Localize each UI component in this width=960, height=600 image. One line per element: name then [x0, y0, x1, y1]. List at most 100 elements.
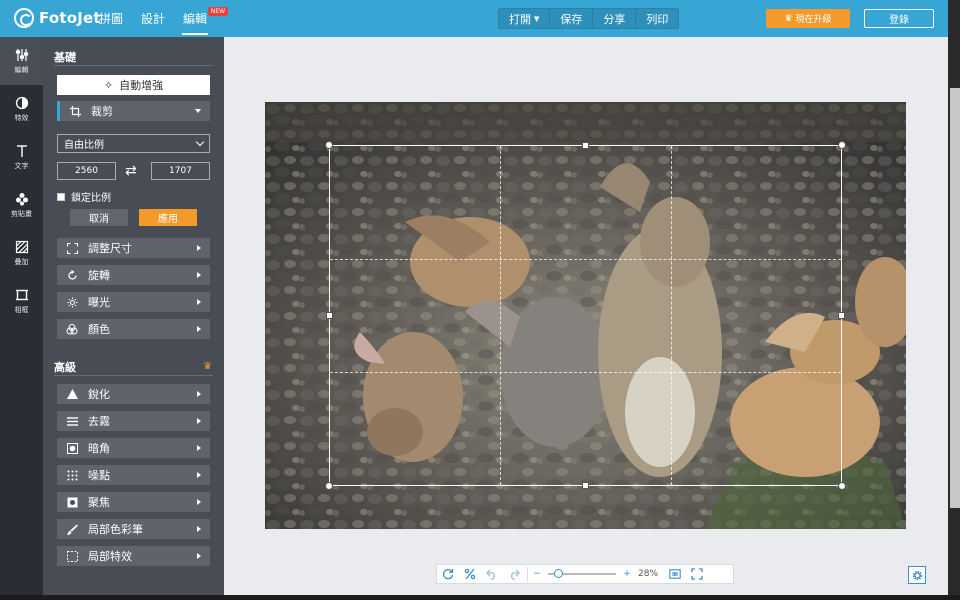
crop-apply-button[interactable]: 應用	[139, 209, 197, 226]
rotate-tool[interactable]: 旋轉	[57, 265, 210, 285]
left-rail: 編輯 特效 文字 剪貼畫 疊加 相框	[0, 37, 43, 597]
toolbar-separator	[527, 567, 528, 581]
editor-canvas: − + 28%	[224, 37, 948, 597]
crop-icon	[68, 105, 82, 117]
settings-button[interactable]	[908, 566, 926, 584]
print-button[interactable]: 列印	[635, 9, 678, 28]
crop-height-input[interactable]	[151, 162, 210, 180]
rail-effects[interactable]: 特效	[0, 85, 43, 133]
aspect-ratio-select[interactable]: 自由比例	[57, 134, 210, 153]
crop-grid-line	[500, 146, 502, 485]
zoom-toolbar: − + 28%	[436, 564, 734, 584]
sliders-icon	[15, 48, 28, 61]
auto-enhance-label: 自動增強	[119, 79, 164, 92]
zoom-slider-knob[interactable]	[554, 569, 563, 578]
nav-collage[interactable]: 拼圖	[90, 0, 132, 37]
overlay-icon	[15, 240, 28, 253]
save-button[interactable]: 保存	[549, 9, 592, 28]
vignette-tool[interactable]: 暗角	[57, 438, 210, 458]
crop-selection[interactable]	[325, 141, 846, 490]
adjacent-window-edge	[948, 0, 960, 600]
dehaze-tool[interactable]: 去霧	[57, 411, 210, 431]
sharpen-tool[interactable]: 銳化	[57, 384, 210, 404]
crop-grid-line	[330, 258, 841, 260]
rail-frame-label: 相框	[14, 305, 29, 314]
zoom-out-icon[interactable]: −	[530, 569, 544, 579]
undo-icon[interactable]	[481, 568, 503, 580]
chevron-right-icon	[197, 499, 201, 505]
crop-handle-left[interactable]	[326, 311, 333, 319]
reset-icon[interactable]	[437, 568, 459, 580]
chevron-right-icon	[197, 245, 201, 251]
zoom-in-icon[interactable]: +	[620, 569, 634, 579]
rail-frame[interactable]: 相框	[0, 277, 43, 325]
share-button[interactable]: 分享	[592, 9, 635, 28]
nav-edit[interactable]: 編輯 NEW	[174, 0, 229, 37]
rail-clipart[interactable]: 剪貼畫	[0, 181, 43, 229]
top-bar: FotoJet 拼圖 設計 編輯 NEW 打開 ▼ 保存 分享 列印 ♛ 現在升…	[0, 0, 948, 37]
chevron-down-icon	[195, 137, 205, 147]
crop-handle-top-left[interactable]	[325, 141, 333, 149]
chevron-right-icon	[197, 445, 201, 451]
fit-screen-icon[interactable]	[686, 568, 708, 580]
crop-width-input[interactable]	[57, 162, 116, 180]
advanced-section-title: 高級	[54, 361, 76, 374]
zoom-slider[interactable]	[548, 569, 616, 578]
edit-panel: 基礎 ✧ 自動增強 裁剪 自由比例 ⇄ 鎖定比例 取消 應用 調整尺寸 旋轉	[43, 37, 224, 597]
open-button[interactable]: 打開 ▼	[499, 9, 549, 28]
crop-handle-right[interactable]	[838, 311, 845, 319]
basic-divider	[54, 65, 213, 66]
color-brush-label: 局部色彩筆	[88, 523, 143, 536]
nav-design[interactable]: 設計	[132, 0, 174, 37]
vignette-icon	[65, 442, 79, 454]
chevron-right-icon	[197, 326, 201, 332]
crop-handle-top-right[interactable]	[838, 141, 846, 149]
focus-label: 聚焦	[88, 496, 110, 509]
lock-ratio-checkbox[interactable]	[57, 192, 65, 201]
vignette-label: 暗角	[88, 442, 110, 455]
rail-overlay[interactable]: 疊加	[0, 229, 43, 277]
crop-handle-bottom-left[interactable]	[325, 482, 333, 490]
login-button[interactable]: 登錄	[864, 9, 934, 28]
rail-effects-label: 特效	[14, 113, 29, 122]
rail-edit[interactable]: 編輯	[0, 37, 43, 85]
rail-edit-label: 編輯	[14, 65, 29, 74]
resize-icon	[65, 242, 79, 254]
upgrade-button[interactable]: ♛ 現在升級	[766, 9, 850, 28]
resize-tool[interactable]: 調整尺寸	[57, 238, 210, 258]
focus-tool[interactable]: 聚焦	[57, 492, 210, 512]
main-nav: 拼圖 設計 編輯 NEW	[90, 0, 229, 37]
swap-dimensions-icon[interactable]: ⇄	[125, 163, 137, 179]
crop-handle-bottom-right[interactable]	[838, 482, 846, 490]
rail-overlay-label: 疊加	[14, 257, 29, 266]
chevron-right-icon	[197, 391, 201, 397]
crop-cancel-button[interactable]: 取消	[70, 209, 128, 226]
crop-tool[interactable]: 裁剪	[57, 101, 210, 121]
focus-icon	[65, 497, 79, 508]
local-effect-tool[interactable]: 局部特效	[57, 546, 210, 566]
lock-ratio-label: 鎖定比例	[71, 193, 111, 204]
auto-enhance-button[interactable]: ✧ 自動增強	[57, 75, 210, 95]
triangle-icon	[65, 389, 79, 399]
chevron-right-icon	[197, 299, 201, 305]
crop-handle-bottom[interactable]	[581, 482, 589, 489]
redo-icon[interactable]	[503, 568, 525, 580]
photo[interactable]	[265, 102, 906, 529]
advanced-divider	[54, 375, 213, 376]
color-circles-icon	[65, 323, 79, 335]
noise-tool[interactable]: 噪點	[57, 465, 210, 485]
percent-icon[interactable]	[459, 568, 481, 580]
color-tool[interactable]: 顏色	[57, 319, 210, 339]
chevron-right-icon	[197, 418, 201, 424]
zoom-level: 28%	[638, 569, 659, 579]
dashed-square-icon	[65, 550, 79, 562]
color-brush-tool[interactable]: 局部色彩筆	[57, 519, 210, 539]
resize-label: 調整尺寸	[88, 242, 132, 255]
lock-ratio-option[interactable]: 鎖定比例	[57, 189, 111, 204]
crop-grid-line	[670, 146, 672, 485]
actual-size-icon[interactable]	[664, 568, 686, 580]
exposure-tool[interactable]: 曝光	[57, 292, 210, 312]
app-logo[interactable]: FotoJet	[14, 8, 101, 28]
rail-text[interactable]: 文字	[0, 133, 43, 181]
crop-handle-top[interactable]	[581, 142, 589, 149]
